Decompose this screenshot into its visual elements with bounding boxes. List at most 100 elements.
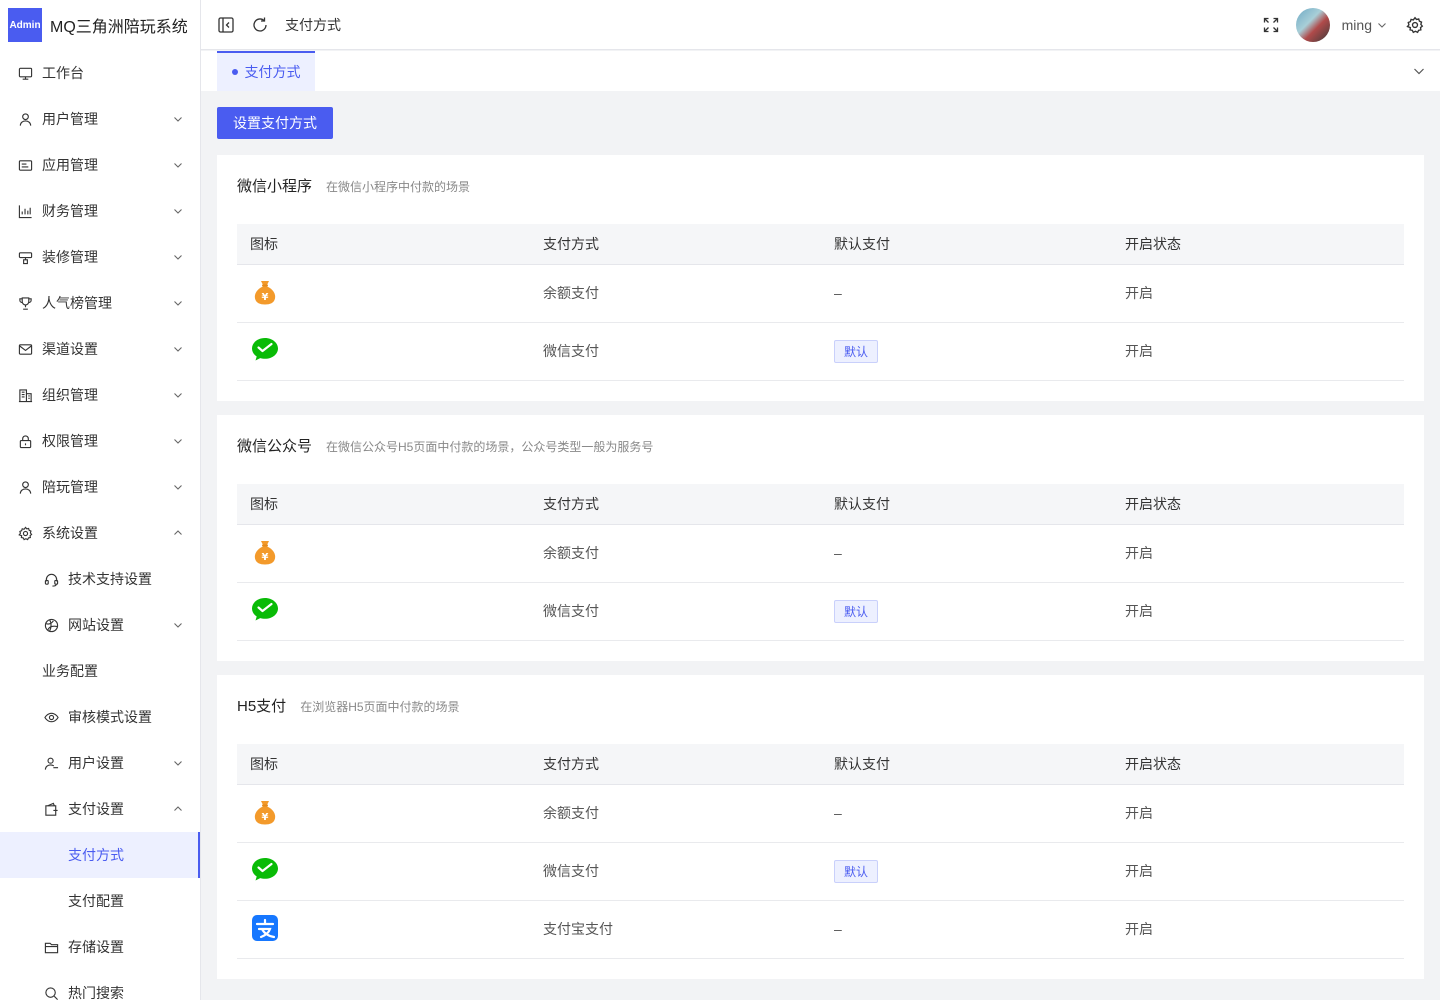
section-description: 在微信公众号H5页面中付款的场景，公众号类型一般为服务号 — [326, 440, 654, 454]
chevron-down-icon — [172, 435, 184, 447]
sidebar-item-app-management[interactable]: 应用管理 — [0, 142, 200, 188]
payment-method-name: 微信支付 — [543, 582, 834, 641]
wallet-icon — [44, 802, 59, 817]
decoration-icon — [18, 250, 33, 265]
chevron-down-icon — [172, 113, 184, 125]
svg-text:¥: ¥ — [262, 812, 269, 823]
section-card-wechat-miniprogram: 微信小程序 在微信小程序中付款的场景 图标 支付方式 默认支付 开启状态 ¥ 余… — [217, 155, 1424, 401]
section-card-wechat-official-account: 微信公众号 在微信公众号H5页面中付款的场景，公众号类型一般为服务号 图标 支付… — [217, 415, 1424, 661]
sidebar-item-system-settings[interactable]: 系统设置 — [0, 510, 200, 556]
status-value: 开启 — [1125, 784, 1404, 843]
column-header: 默认支付 — [834, 744, 1125, 785]
svg-text:¥: ¥ — [262, 292, 269, 303]
status-value: 开启 — [1125, 900, 1404, 959]
svg-text:¥: ¥ — [262, 552, 269, 563]
eye-icon — [44, 710, 59, 725]
chevron-down-icon — [172, 757, 184, 769]
table-row: 微信支付 默认 开启 — [237, 582, 1404, 641]
sidebar-item-label: 财务管理 — [42, 203, 98, 219]
sidebar-item-label: 装修管理 — [42, 249, 98, 265]
section-title: 微信小程序 — [237, 178, 313, 195]
sidebar-item-label: 陪玩管理 — [42, 479, 98, 495]
column-header: 支付方式 — [543, 224, 834, 265]
lock-icon — [18, 434, 33, 449]
status-value: 开启 — [1125, 842, 1404, 901]
table-header-row: 图标 支付方式 默认支付 开启状态 — [237, 484, 1404, 525]
chart-icon — [18, 204, 33, 219]
sidebar-item-review-mode[interactable]: 审核模式设置 — [0, 694, 200, 740]
tab-label: 支付方式 — [244, 64, 301, 80]
section-description: 在微信小程序中付款的场景 — [326, 180, 471, 194]
mail-icon — [18, 342, 33, 357]
header-right: ming — [1262, 7, 1440, 42]
top-header: 支付方式 ming — [201, 0, 1440, 50]
sidebar-item-payment-methods[interactable]: 支付方式 — [0, 832, 200, 878]
sidebar-item-organization[interactable]: 组织管理 — [0, 372, 200, 418]
sidebar-item-decoration[interactable]: 装修管理 — [0, 234, 200, 280]
user-icon — [18, 112, 33, 127]
sidebar-item-label: 支付设置 — [68, 801, 124, 817]
building-icon — [18, 388, 33, 403]
payment-table: 图标 支付方式 默认支付 开启状态 ¥ 余额支付 – 开启 微信支付 默认 开启 — [237, 484, 1404, 641]
table-header-row: 图标 支付方式 默认支付 开启状态 — [237, 744, 1404, 785]
user-menu[interactable]: ming — [1342, 17, 1388, 33]
chevron-up-icon — [172, 527, 184, 539]
fullscreen-icon[interactable] — [1262, 16, 1280, 34]
chevron-down-icon — [172, 205, 184, 217]
sidebar-item-payment-config[interactable]: 支付配置 — [0, 878, 200, 924]
table-header-row: 图标 支付方式 默认支付 开启状态 — [237, 224, 1404, 265]
payment-method-name: 余额支付 — [543, 524, 834, 583]
table-row: 支付宝支付 – 开启 — [237, 900, 1404, 959]
status-value: 开启 — [1125, 322, 1404, 381]
avatar[interactable] — [1295, 7, 1330, 42]
sidebar-item-user-settings[interactable]: 用户设置 — [0, 740, 200, 786]
app-title: MQ三角洲陪玩系统 — [50, 19, 188, 36]
column-header: 支付方式 — [543, 744, 834, 785]
sidebar-item-companion[interactable]: 陪玩管理 — [0, 464, 200, 510]
table-row: 微信支付 默认 开启 — [237, 842, 1404, 901]
sidebar-item-finance[interactable]: 财务管理 — [0, 188, 200, 234]
sidebar-item-channel[interactable]: 渠道设置 — [0, 326, 200, 372]
column-header: 支付方式 — [543, 484, 834, 525]
tab-payment-methods[interactable]: 支付方式 — [217, 51, 315, 91]
globe-icon — [44, 618, 59, 633]
sidebar-item-label: 组织管理 — [42, 387, 98, 403]
column-header: 开启状态 — [1125, 484, 1404, 525]
collapse-sidebar-icon[interactable] — [217, 16, 235, 34]
default-tag: 默认 — [834, 339, 879, 363]
sidebar-item-payment-settings[interactable]: 支付设置 — [0, 786, 200, 832]
sidebar-item-storage[interactable]: 存储设置 — [0, 924, 200, 970]
sidebar-item-hot-search[interactable]: 热门搜索 — [0, 970, 200, 1000]
wechat-pay-icon — [250, 335, 280, 365]
status-value: 开启 — [1125, 582, 1404, 641]
sidebar-item-workbench[interactable]: 工作台 — [0, 50, 200, 96]
sidebar-item-business-config[interactable]: 业务配置 — [0, 648, 200, 694]
default-payment-value: – — [834, 784, 1125, 843]
payment-method-name: 余额支付 — [543, 264, 834, 323]
status-value: 开启 — [1125, 524, 1404, 583]
sidebar-item-tech-support[interactable]: 技术支持设置 — [0, 556, 200, 602]
search-icon — [44, 986, 59, 1000]
section-title: 微信公众号 — [237, 438, 313, 455]
gear-icon[interactable] — [1406, 16, 1424, 34]
sidebar-item-label: 业务配置 — [42, 663, 98, 679]
sidebar-item-permission[interactable]: 权限管理 — [0, 418, 200, 464]
chevron-down-icon — [1376, 19, 1388, 31]
payment-method-name: 支付宝支付 — [543, 900, 834, 959]
active-dot — [231, 69, 238, 75]
sidebar-item-user-management[interactable]: 用户管理 — [0, 96, 200, 142]
sidebar-item-popularity[interactable]: 人气榜管理 — [0, 280, 200, 326]
alipay-icon — [250, 913, 280, 943]
table-row: 微信支付 默认 开启 — [237, 322, 1404, 381]
column-header: 开启状态 — [1125, 744, 1404, 785]
chevron-down-icon[interactable] — [1412, 64, 1426, 78]
sidebar-item-website-settings[interactable]: 网站设置 — [0, 602, 200, 648]
gear-icon — [18, 525, 33, 541]
set-payment-method-button[interactable]: 设置支付方式 — [217, 107, 333, 139]
chevron-up-icon — [172, 803, 184, 815]
column-header: 图标 — [237, 484, 543, 525]
refresh-icon[interactable] — [251, 16, 269, 34]
sidebar-item-label: 渠道设置 — [42, 341, 98, 357]
wechat-pay-icon — [250, 595, 280, 625]
default-tag: 默认 — [834, 599, 879, 623]
